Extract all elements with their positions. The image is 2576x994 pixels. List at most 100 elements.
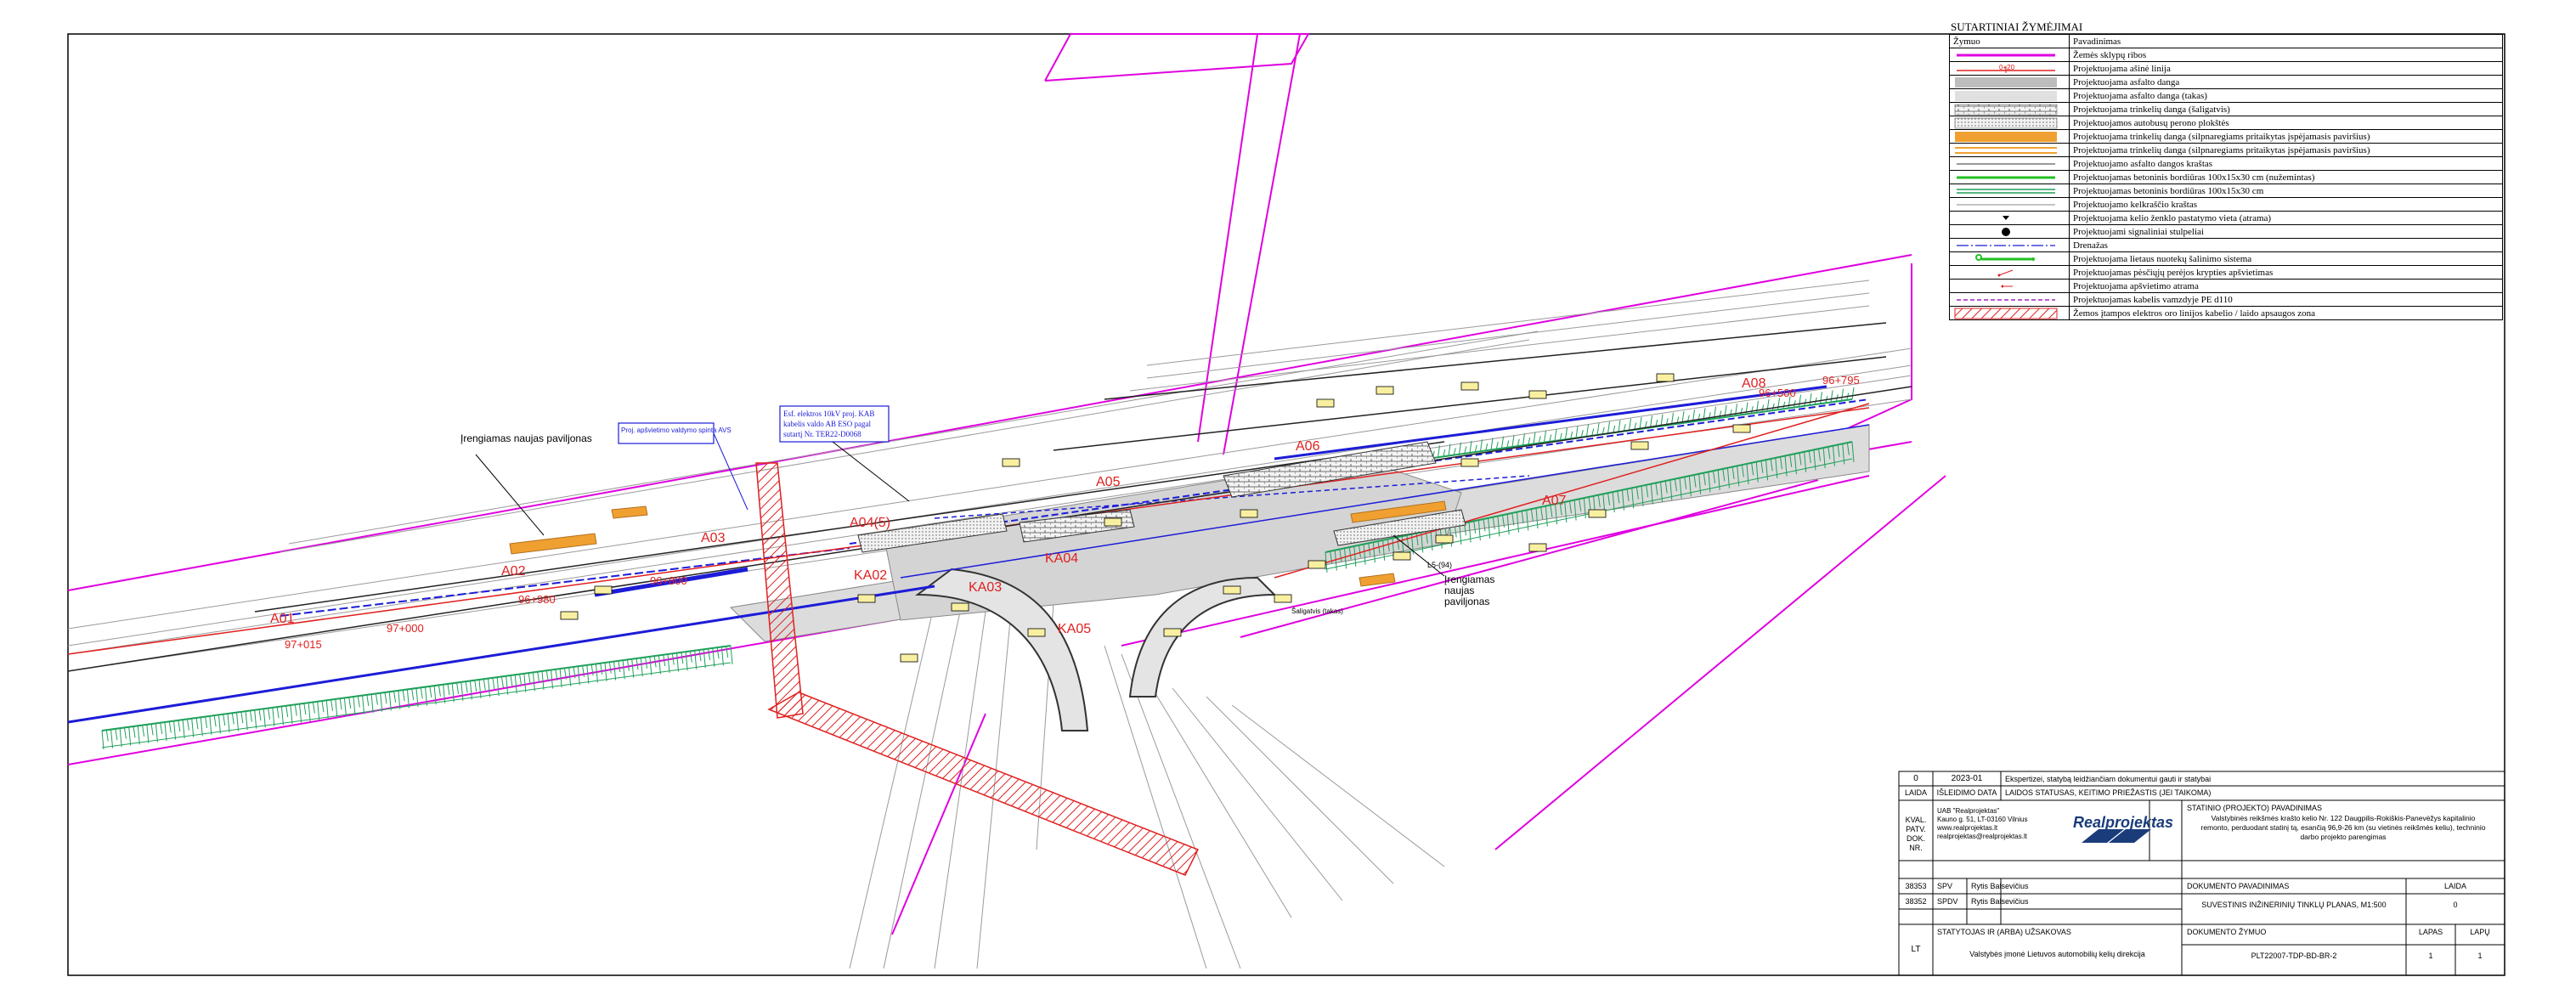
slope-tick [1607, 421, 1610, 434]
slope-tick [537, 671, 540, 683]
slope-tick [1575, 426, 1579, 438]
legend-symbol-orange-fill [1949, 129, 2070, 144]
utility-tag-box [1027, 628, 1046, 637]
slope-tick [1549, 434, 1552, 442]
slope-tick [375, 693, 378, 705]
slope-tick [1596, 422, 1600, 436]
slope-tick [325, 700, 329, 720]
sign-post-icon [2003, 215, 2009, 220]
legend-row: Projektuojama trinkelių danga (šaligatvi… [1949, 102, 2503, 116]
slope-tick [290, 704, 293, 725]
slope-tick [429, 686, 432, 698]
legend-row: Projektuojami signaliniai stulpeliai [1949, 224, 2503, 239]
legend-symbol-drain-line [1949, 238, 2070, 252]
slope-tick [1453, 448, 1456, 455]
slope-tick [703, 649, 706, 669]
utility-tag-box [1435, 534, 1454, 544]
slope-tick [456, 682, 460, 694]
utility-tag-box [1528, 543, 1547, 552]
utility-tag-box [1223, 585, 1241, 595]
legend-symbol-sign-post [1949, 211, 2070, 225]
slope-tick [380, 692, 383, 712]
slope-tick [294, 704, 297, 716]
slope-tick [258, 709, 262, 721]
legend-symbol-orange-lines [1949, 143, 2070, 157]
slope-tick [205, 716, 208, 728]
slope-tick [1443, 449, 1446, 457]
person-1-role: SPV [1937, 882, 1953, 890]
slope-tick [1851, 387, 1855, 400]
slope-tick [209, 715, 212, 735]
slope-tick [268, 708, 271, 720]
slope-tick [312, 702, 315, 714]
legend-label: Projektuojamas betoninis bordiūras 100x1… [2069, 170, 2503, 184]
utility-tag-box [1393, 551, 1411, 561]
legend-label: Drenažas [2069, 238, 2503, 252]
chainage-96-980: 96+980 [518, 593, 556, 606]
utility-tag-box [857, 594, 876, 603]
slope-tick [600, 663, 603, 675]
lighting-note-text: Proj. apšvietimo valdymo spinta AVS [621, 426, 732, 434]
legend-label: Projektuojamo kelkraščio kraštas [2069, 197, 2503, 212]
utility-tag-box [1274, 594, 1292, 603]
green-line-icon [1957, 176, 2055, 178]
utility-tag-box [900, 653, 918, 663]
slope-tick [119, 728, 122, 748]
legend-symbol-thin-line [1949, 156, 2070, 171]
slope-tick [1639, 416, 1642, 430]
slope-tick [105, 730, 109, 742]
slope-tick [330, 699, 334, 711]
legend-row: Projektuojama trinkelių danga (silpnareg… [1949, 129, 2503, 144]
slope-tick [460, 681, 464, 701]
legend-label: Projektuojama kelio ženklo pastatymo vie… [2069, 211, 2503, 225]
legend-row: Projektuojama lietaus nuotekų šalinimo s… [1949, 251, 2503, 266]
legend-symbol-light-grey-fill [1949, 88, 2070, 103]
legend-symbol-axis-line: 0+20 [1949, 61, 2070, 76]
label-ka03: KA03 [969, 580, 1002, 595]
h-doc-code: DOKUMENTO ŽYMUO [2187, 928, 2267, 936]
double-line-icon [1957, 188, 2055, 194]
country: LT [1911, 945, 1921, 954]
slope-tick [245, 711, 248, 731]
slope-tick [438, 685, 441, 697]
h-laida-2: LAIDA [2443, 882, 2466, 890]
legend-symbol-lamp-arrow [1949, 265, 2070, 280]
slope-tick [1782, 401, 1786, 409]
legend-row: Projektuojama apšvietimo atrama [1949, 279, 2503, 293]
slope-tick [631, 658, 635, 678]
h-object: STATINIO (PROJEKTO) PAVADINIMAS [2187, 804, 2323, 812]
legend-row: Projektuojama kelio ženklo pastatymo vie… [1949, 211, 2503, 225]
pavilion-left-leader [475, 454, 545, 536]
legend-row: Projektuojamas betoninis bordiūras 100x1… [1949, 170, 2503, 184]
slope-tick [1517, 438, 1520, 447]
utility-tag-box [1240, 509, 1258, 518]
legend-row: Drenažas [1949, 238, 2503, 252]
person-1-number: 38353 [1905, 882, 1927, 890]
slope-tick [608, 662, 612, 674]
utility-tag-box [1656, 373, 1675, 382]
company-web: www.realprojektas.lt [1937, 824, 1998, 832]
slope-tick [223, 714, 226, 726]
slope-tick [716, 647, 720, 659]
slope-tick [1729, 409, 1732, 417]
slope-tick [590, 664, 594, 676]
slope-tick [698, 649, 702, 662]
legend-row: Žemos įtampos elektros oro linijos kabel… [1949, 306, 2503, 320]
slope-tick [1777, 398, 1780, 410]
utility-tag-box [951, 602, 969, 612]
slope-tick [523, 673, 527, 692]
slope-tick [483, 679, 486, 691]
slope-tick [443, 684, 446, 703]
label-ka02: KA02 [854, 568, 887, 583]
slope-tick [150, 724, 154, 736]
rev-desc: Ekspertizei, statybą leidžiančiam dokume… [2005, 775, 2212, 783]
slope-tick [231, 713, 234, 725]
slope-tick [366, 694, 370, 707]
lapas: 1 [2428, 952, 2433, 960]
junction-road-curve-right [1128, 576, 1277, 697]
slope-tick [689, 651, 692, 663]
chainage-96-800: 96+800 [650, 574, 687, 587]
slope-tick [1559, 432, 1562, 441]
utility-tag-box [1308, 560, 1326, 569]
slope-tick [1538, 436, 1541, 443]
